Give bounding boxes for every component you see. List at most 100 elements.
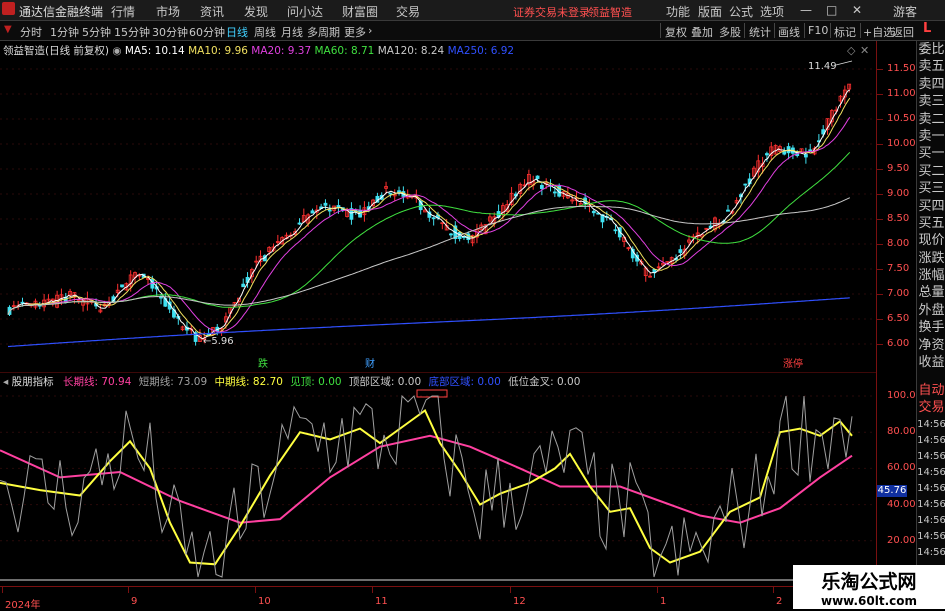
quote-row-0[interactable]: 委比 xyxy=(917,41,945,58)
trade-login-notice[interactable]: 证券交易未登录 xyxy=(513,4,590,20)
stock-name-link[interactable]: 领益智造 xyxy=(588,4,632,20)
tab-30min[interactable]: 30分钟 xyxy=(152,24,188,40)
quote-row-3[interactable]: 卖三 xyxy=(917,93,945,110)
dropdown-icon[interactable]: ▼ xyxy=(4,24,12,35)
quote-row-8[interactable]: 买三 xyxy=(917,180,945,197)
osc-tick: 20.00 xyxy=(887,534,916,546)
f10-button[interactable]: F10 xyxy=(808,24,828,37)
menu-gongshi[interactable]: 公式 xyxy=(729,3,753,20)
diejia-button[interactable]: 叠加 xyxy=(691,24,713,40)
tab-1min[interactable]: 1分钟 xyxy=(50,24,79,40)
menu-banmian[interactable]: 版面 xyxy=(698,3,722,20)
time-tick xyxy=(372,587,373,593)
tick-mark xyxy=(877,69,883,70)
golden-cross-label: 低位金叉: 0.00 xyxy=(508,376,581,388)
close-button[interactable]: ✕ xyxy=(852,3,862,17)
l2-icon[interactable]: L xyxy=(923,21,931,36)
quote-row-12[interactable]: 涨跌 xyxy=(917,250,945,267)
menu-shichang[interactable]: 市场 xyxy=(156,3,180,20)
osc-tick: 60.00 xyxy=(887,462,916,474)
quote-row-4[interactable]: 卖二 xyxy=(917,111,945,128)
menu-caifuquan[interactable]: 财富圈 xyxy=(342,3,378,20)
circle-icon[interactable]: ◉ xyxy=(112,45,125,57)
close-icon[interactable]: ✕ xyxy=(860,44,869,57)
menu-hangqing[interactable]: 行情 xyxy=(111,3,135,20)
quote-row-2[interactable]: 卖四 xyxy=(917,76,945,93)
menu-zixun[interactable]: 资讯 xyxy=(200,3,224,20)
tab-multi-period[interactable]: 多周期 xyxy=(307,24,340,40)
quote-row-5[interactable]: 卖一 xyxy=(917,128,945,145)
maximize-button[interactable]: □ xyxy=(826,3,837,17)
candle-body xyxy=(808,149,813,152)
menu-faxian[interactable]: 发现 xyxy=(244,3,268,20)
menu-jiaoyi[interactable]: 交易 xyxy=(396,3,420,20)
guest-label[interactable]: 游客 xyxy=(893,3,917,20)
tab-60min[interactable]: 60分钟 xyxy=(189,24,225,40)
quote-row-18[interactable]: 收益 xyxy=(917,354,945,371)
tab-15min[interactable]: 15分钟 xyxy=(114,24,150,40)
time-label: 9 xyxy=(131,596,138,607)
tongji-button[interactable]: 统计 xyxy=(749,24,771,40)
tick-mark xyxy=(877,294,883,295)
collapse-icon[interactable]: ◂ xyxy=(3,376,12,388)
tick-mark xyxy=(877,144,883,145)
add-watchlist-button[interactable]: +自选 xyxy=(863,24,894,40)
duogu-button[interactable]: 多股 xyxy=(719,24,741,40)
time-row-3: 14:56 xyxy=(917,466,945,478)
quote-row-15[interactable]: 外盘 xyxy=(917,302,945,319)
time-row-1: 14:56 xyxy=(917,434,945,446)
price-tick: 7.50 xyxy=(887,263,910,274)
quote-row-9[interactable]: 买四 xyxy=(917,198,945,215)
app-title: 通达信金融终端 xyxy=(19,5,104,19)
osc-tick: 40.00 xyxy=(887,498,916,510)
trade-item-1[interactable]: 交易 xyxy=(917,399,945,416)
quote-row-7[interactable]: 买二 xyxy=(917,163,945,180)
quote-row-13[interactable]: 涨幅 xyxy=(917,267,945,284)
quote-row-11[interactable]: 现价 xyxy=(917,232,945,249)
oscillator-chart[interactable] xyxy=(0,372,876,582)
indicator-name[interactable]: 股朋指标 xyxy=(12,376,54,388)
tab-daily[interactable]: 日线 xyxy=(226,24,248,40)
time-tick xyxy=(128,587,129,593)
candle-body xyxy=(678,249,683,253)
tab-more[interactable]: 更多 xyxy=(344,24,366,40)
quote-row-17[interactable]: 净资 xyxy=(917,337,945,354)
menu-gongneng[interactable]: 功能 xyxy=(666,3,690,20)
short-line-label: 短期线: 73.09 xyxy=(138,376,208,388)
biaoji-button[interactable]: 标记 xyxy=(834,24,856,40)
minimize-button[interactable]: — xyxy=(800,3,812,17)
quote-row-16[interactable]: 换手 xyxy=(917,319,945,336)
tick-mark xyxy=(877,119,883,120)
tab-monthly[interactable]: 月线 xyxy=(281,24,303,40)
quote-row-6[interactable]: 买一 xyxy=(917,145,945,162)
price-axis: 11.50 11.00 10.50 10.00 9.50 9.00 8.50 8.00 7.50… xyxy=(876,41,922,586)
menu-xuanxiang[interactable]: 选项 xyxy=(760,3,784,20)
price-tick: 11.50 xyxy=(887,63,916,74)
ma20-label: MA20: 9.37 xyxy=(251,45,312,57)
tab-weekly[interactable]: 周线 xyxy=(254,24,276,40)
watermark: 乐淘公式网 www.60lt.com xyxy=(793,565,945,609)
tab-5min[interactable]: 5分钟 xyxy=(82,24,111,40)
kline-chart[interactable]: 11.49 ←5.96 跌 财 涨停 xyxy=(0,41,876,370)
price-tick: 10.00 xyxy=(887,138,916,149)
fuquan-button[interactable]: 复权 xyxy=(665,24,687,40)
tick-mark xyxy=(877,319,883,320)
diamond-icon[interactable]: ◇ xyxy=(847,44,855,57)
chevron-right-icon[interactable]: › xyxy=(368,24,372,37)
trade-item-0[interactable]: 自动 xyxy=(917,382,945,399)
candle-body xyxy=(782,151,787,155)
back-button[interactable]: 返回 xyxy=(892,24,914,40)
stock-period-label[interactable]: 领益智造(日线 前复权) xyxy=(3,45,109,57)
tab-fenshi[interactable]: 分时 xyxy=(20,24,42,40)
huaxian-button[interactable]: 画线 xyxy=(778,24,800,40)
menu-bar: 通达信金融终端 行情 市场 资讯 发现 问小达 财富圈 交易 证券交易未登录 领… xyxy=(0,0,945,21)
tick-mark xyxy=(877,194,883,195)
time-axis: 2024年 9 10 11 12 1 2 xyxy=(0,586,876,611)
quote-row-10[interactable]: 买五 xyxy=(917,215,945,232)
bottom-zone-label: 底部区域: 0.00 xyxy=(428,376,501,388)
candle-body xyxy=(297,222,302,225)
menu-wenxiaoda[interactable]: 问小达 xyxy=(287,3,323,20)
quote-row-14[interactable]: 总量 xyxy=(917,284,945,301)
time-tick xyxy=(773,587,774,593)
quote-row-1[interactable]: 卖五 xyxy=(917,58,945,75)
